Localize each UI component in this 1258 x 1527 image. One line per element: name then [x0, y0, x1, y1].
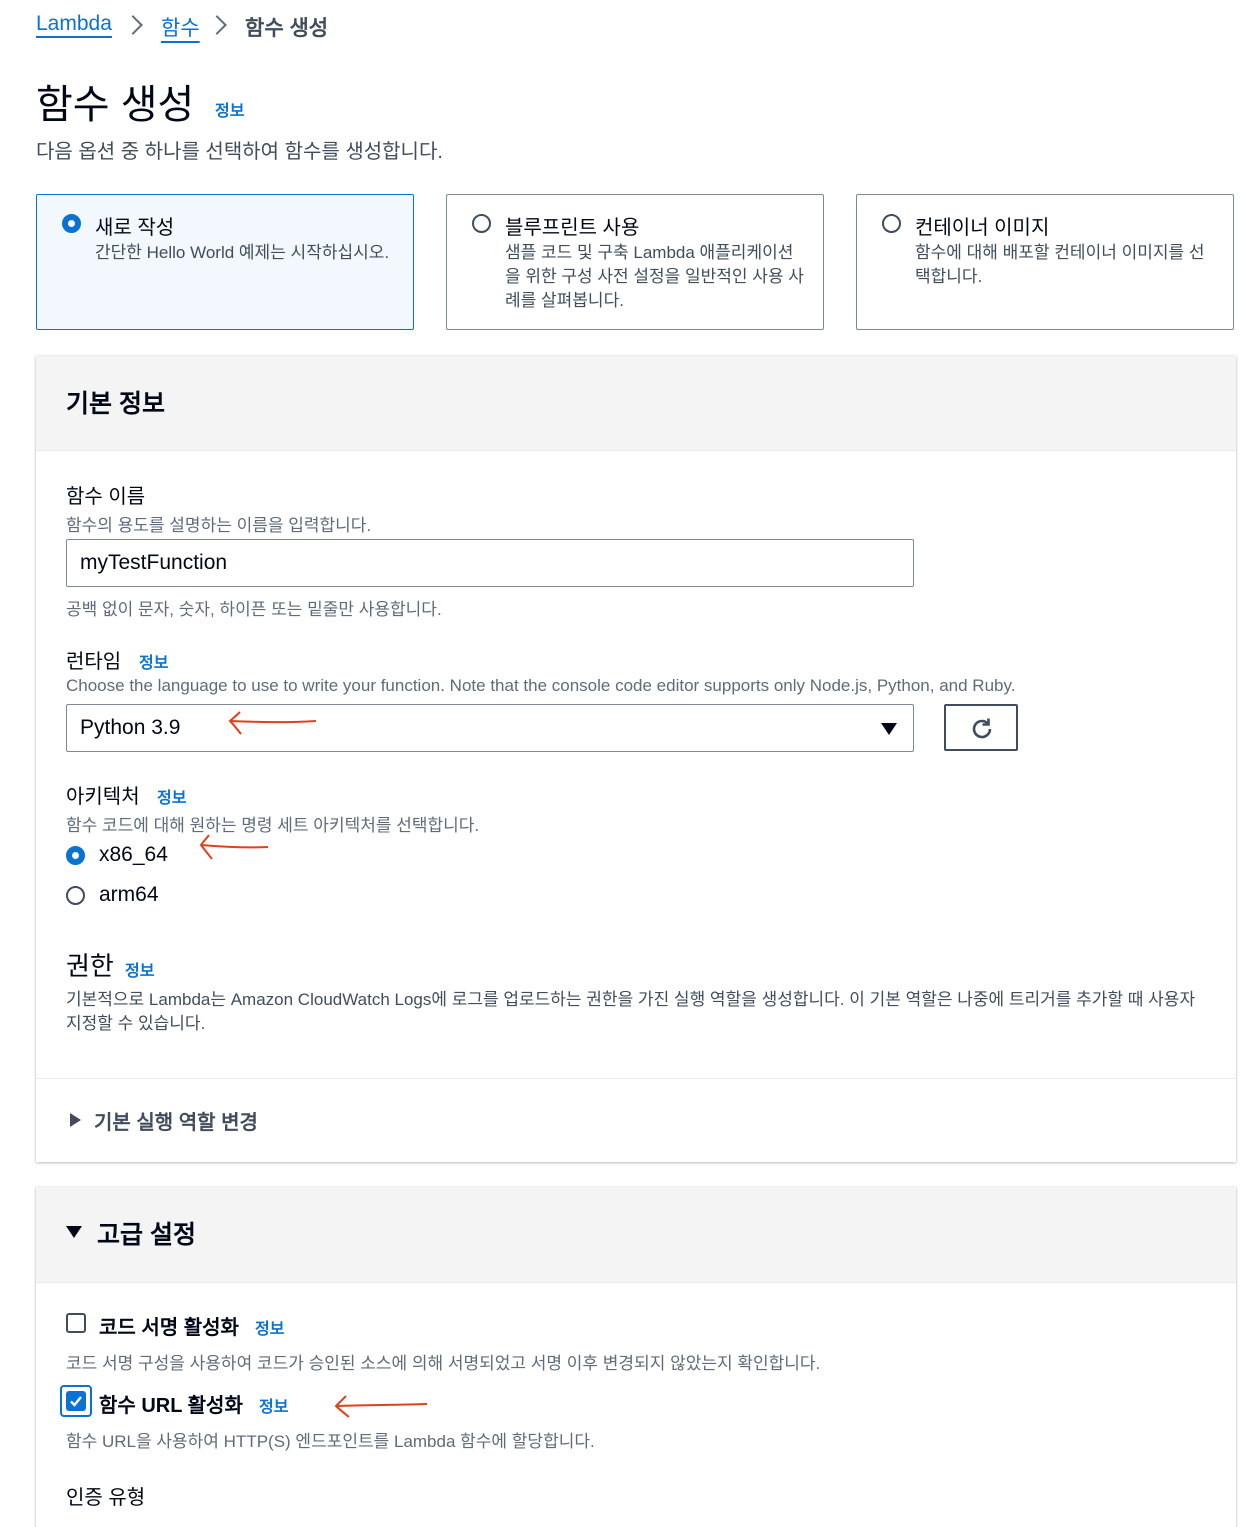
- auth-type-label: 인증 유형: [66, 1487, 146, 1509]
- option-desc: 함수에 대해 배포할 컨테이너 이미지를 선택합니다.: [915, 243, 1205, 286]
- runtime-value: Python 3.9: [80, 716, 181, 739]
- permissions-title: 권한: [66, 951, 114, 981]
- page-subtitle: 다음 옵션 중 하나를 선택하여 함수를 생성합니다.: [36, 141, 443, 163]
- arm64-label[interactable]: arm64: [99, 883, 159, 907]
- architecture-info-link[interactable]: 정보: [157, 784, 186, 808]
- function-name-value: myTestFunction: [80, 551, 228, 574]
- function-url-info-link[interactable]: 정보: [259, 1393, 288, 1417]
- permissions-info-link[interactable]: 정보: [125, 957, 154, 981]
- runtime-select[interactable]: Python 3.9: [66, 704, 914, 752]
- architecture-label: 아키텍처: [66, 786, 140, 808]
- radio-use-blueprint[interactable]: [472, 214, 491, 233]
- option-desc: 샘플 코드 및 구축 Lambda 애플리케이션을 위한 구성 사전 설정을 일…: [505, 243, 804, 310]
- option-title: 블루프린트 사용: [505, 217, 640, 239]
- advanced-settings-panel: 고급 설정 코드 서명 활성화 정보 코드 서명 구성을 사용하여 코드가 승인…: [36, 1187, 1236, 1527]
- function-name-label: 함수 이름: [66, 486, 146, 508]
- header-info-link[interactable]: 정보: [215, 97, 244, 121]
- basic-info-header: 기본 정보: [36, 356, 1236, 451]
- code-signing-desc: 코드 서명 구성을 사용하여 코드가 승인된 소스에 의해 서명되었고 서명 이…: [66, 1354, 821, 1373]
- radio-x86-64[interactable]: [66, 846, 85, 865]
- runtime-info-link[interactable]: 정보: [139, 649, 168, 673]
- code-signing-info-link[interactable]: 정보: [255, 1315, 284, 1339]
- option-desc: 간단한 Hello World 예제는 시작하십시오.: [95, 243, 390, 262]
- annotation-arrow: [199, 834, 269, 860]
- annotation-arrow: [334, 1395, 428, 1418]
- caret-right-icon: [70, 1113, 81, 1127]
- option-title: 새로 작성: [95, 217, 175, 239]
- function-name-hint: 공백 없이 문자, 숫자, 하이픈 또는 밑줄만 사용합니다.: [66, 600, 442, 619]
- function-url-label[interactable]: 함수 URL 활성화: [99, 1389, 243, 1418]
- caret-down-icon: [66, 1226, 82, 1238]
- breadcrumb-functions-link[interactable]: 함수: [161, 12, 200, 42]
- breadcrumb-lambda-link[interactable]: Lambda: [36, 12, 112, 36]
- check-icon: [70, 1396, 82, 1407]
- advanced-settings-header[interactable]: 고급 설정: [36, 1187, 1236, 1283]
- code-signing-checkbox[interactable]: [66, 1313, 86, 1333]
- function-name-desc: 함수의 용도를 설명하는 이름을 입력합니다.: [66, 516, 372, 535]
- radio-arm64[interactable]: [66, 886, 85, 905]
- function-name-input[interactable]: myTestFunction: [66, 539, 914, 587]
- architecture-desc: 함수 코드에 대해 원하는 명령 세트 아키텍처를 선택합니다.: [66, 816, 480, 835]
- function-url-checkbox[interactable]: [66, 1391, 86, 1411]
- annotation-arrow: [228, 711, 317, 735]
- x86-64-label[interactable]: x86_64: [99, 843, 168, 867]
- radio-container-image[interactable]: [882, 214, 901, 233]
- radio-author-from-scratch[interactable]: [62, 214, 81, 233]
- advanced-settings-title: 고급 설정: [97, 1221, 196, 1249]
- divider: [36, 1078, 1236, 1079]
- refresh-icon: [972, 718, 992, 739]
- breadcrumb-current: 함수 생성: [245, 17, 329, 40]
- option-author-from-scratch[interactable]: 새로 작성 간단한 Hello World 예제는 시작하십시오.: [36, 194, 414, 330]
- change-default-role-label: 기본 실행 역할 변경: [94, 1112, 258, 1134]
- runtime-desc: Choose the language to use to write your…: [66, 676, 1016, 695]
- function-url-desc: 함수 URL을 사용하여 HTTP(S) 엔드포인트를 Lambda 함수에 할…: [66, 1432, 595, 1451]
- caret-down-icon: [881, 723, 897, 735]
- chevron-right-icon: [207, 15, 227, 35]
- permissions-desc: 기본적으로 Lambda는 Amazon CloudWatch Logs에 로그…: [66, 990, 1196, 1033]
- basic-info-panel: 기본 정보 함수 이름 함수의 용도를 설명하는 이름을 입력합니다. myTe…: [36, 356, 1236, 1162]
- code-signing-label[interactable]: 코드 서명 활성화: [99, 1311, 239, 1340]
- runtime-label: 런타임: [66, 651, 122, 673]
- page-title: 함수 생성: [36, 83, 195, 127]
- refresh-button[interactable]: [944, 704, 1018, 751]
- option-title: 컨테이너 이미지: [915, 217, 1050, 239]
- option-container-image[interactable]: 컨테이너 이미지 함수에 대해 배포할 컨테이너 이미지를 선택합니다.: [856, 194, 1234, 330]
- option-use-blueprint[interactable]: 블루프린트 사용 샘플 코드 및 구축 Lambda 애플리케이션을 위한 구성…: [446, 194, 824, 330]
- chevron-right-icon: [123, 15, 143, 35]
- basic-info-title: 기본 정보: [66, 390, 165, 418]
